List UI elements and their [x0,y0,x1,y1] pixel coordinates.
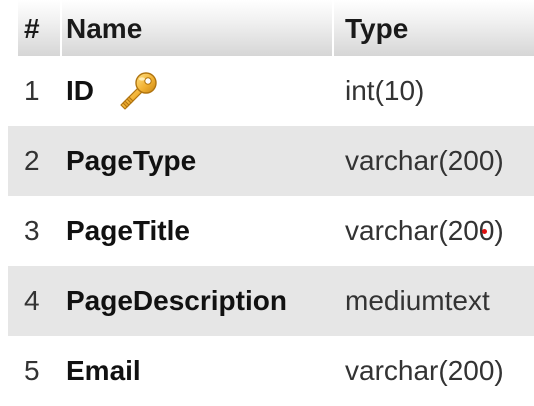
header-type-label: Type [345,13,409,44]
column-type: varchar(200) [345,145,504,176]
table-row[interactable]: 1 ID int(10) [8,56,534,126]
column-type: int(10) [345,75,425,106]
header-cell-index[interactable]: # [18,0,60,56]
row-index: 3 [24,215,40,246]
row-index: 1 [24,75,40,106]
table-row[interactable]: 3 PageTitle varchar(200) [8,196,534,266]
column-name[interactable]: PageTitle [66,215,190,247]
column-name[interactable]: Email [66,355,141,387]
cursor-dot [482,229,487,234]
column-type: mediumtext [345,285,490,316]
header-cell-type[interactable]: Type [334,0,534,56]
table-row[interactable]: 5 Email varchar(200) [8,336,534,406]
column-name[interactable]: PageType [66,145,196,177]
row-index: 5 [24,355,40,386]
column-name[interactable]: PageDescription [66,285,287,317]
header-cell-name[interactable]: Name [62,0,332,56]
column-type: varchar(200) [345,215,504,246]
table-row[interactable]: 2 PageType varchar(200) [8,126,534,196]
header-index-label: # [24,13,40,44]
row-index: 2 [24,145,40,176]
table-structure: # Name Type 1 ID int(10) 2 PageType varc… [0,0,534,401]
key-icon [120,72,157,110]
column-name[interactable]: ID [66,75,94,107]
table-row[interactable]: 4 PageDescription mediumtext [8,266,534,336]
header-name-label: Name [66,13,143,44]
column-type: varchar(200) [345,355,504,386]
row-index: 4 [24,285,40,316]
